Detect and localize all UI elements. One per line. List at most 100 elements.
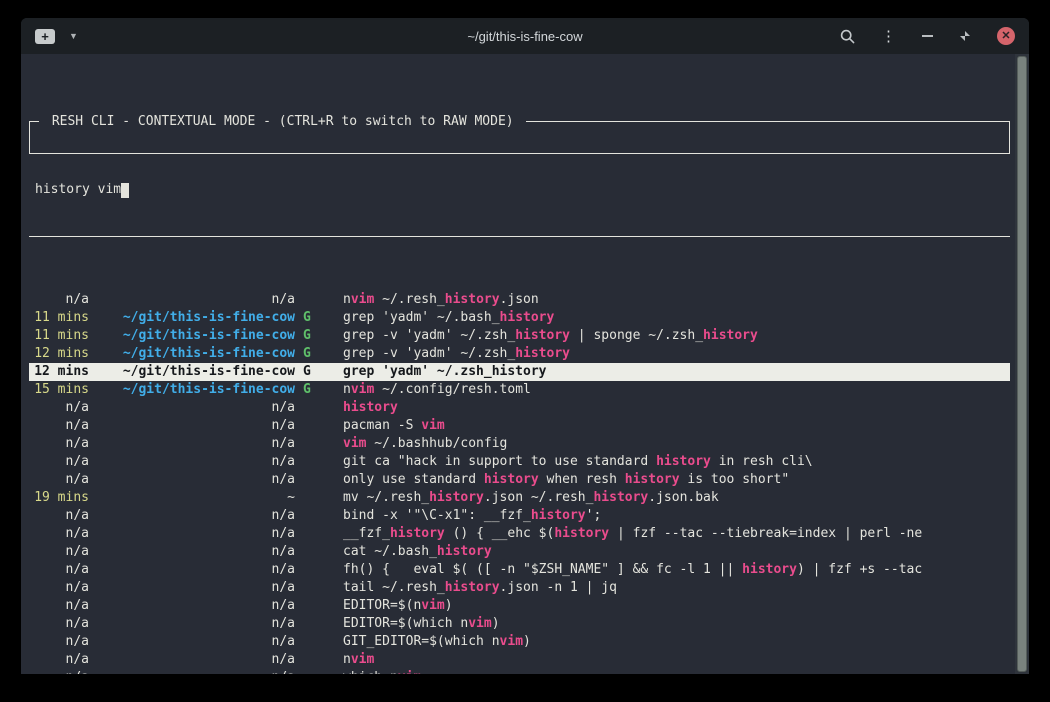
command-text: n bbox=[343, 652, 351, 667]
history-row[interactable]: 11 mins~/git/this-is-fine-cowGgrep -v 'y… bbox=[29, 327, 1010, 345]
history-row[interactable]: n/an/apacman -S vim bbox=[29, 417, 1010, 435]
row-directory: n/a bbox=[97, 669, 295, 674]
close-icon: ✕ bbox=[1001, 31, 1010, 42]
row-command: fh() { eval $( ([ -n "$ZSH_NAME" ] && fc… bbox=[343, 562, 922, 577]
history-row[interactable]: n/a n/a fh() { eval $( ([ -n "$ZSH_NAME" ]… bbox=[29, 561, 1010, 579]
command-text: .json -n 1 | jq bbox=[500, 580, 617, 595]
row-time: n/a bbox=[29, 525, 89, 543]
history-row[interactable]: n/an/aGIT_EDITOR=$(which nvim) bbox=[29, 633, 1010, 651]
row-time: 15 mins bbox=[29, 381, 89, 399]
close-button[interactable]: ✕ bbox=[997, 27, 1015, 45]
command-match-text: history bbox=[445, 292, 500, 307]
history-row[interactable]: n/an/avim ~/.bashhub/config bbox=[29, 435, 1010, 453]
row-command: cat ~/.bash_history bbox=[343, 544, 492, 559]
command-text: ~/.resh_ bbox=[374, 292, 444, 307]
history-row[interactable]: n/an/agit ca "hack in support to use sta… bbox=[29, 453, 1010, 471]
command-match-text: vim bbox=[351, 382, 374, 397]
row-command: pacman -S vim bbox=[343, 418, 445, 433]
command-text: cat ~/.bash_ bbox=[343, 544, 437, 559]
command-text: ) bbox=[445, 598, 453, 613]
command-text: () { __ehc $( bbox=[445, 526, 555, 541]
row-command: only use standard history when resh hist… bbox=[343, 472, 789, 487]
row-time: n/a bbox=[29, 633, 89, 651]
menu-kebab-icon[interactable]: ⋮ bbox=[881, 27, 896, 45]
command-match-text: history bbox=[515, 346, 570, 361]
row-command: grep 'yadm' ~/.zsh_history bbox=[343, 364, 547, 379]
search-query-input[interactable]: history vim bbox=[35, 181, 121, 199]
row-time: n/a bbox=[29, 579, 89, 597]
command-match-text: vim bbox=[468, 616, 491, 631]
terminal-content-area: RESH CLI - CONTEXTUAL MODE - (CTRL+R to … bbox=[21, 54, 1029, 674]
row-directory: ~/git/this-is-fine-cow bbox=[97, 345, 295, 363]
scrollbar-thumb[interactable] bbox=[1017, 56, 1027, 672]
row-command: which nvim bbox=[343, 670, 421, 674]
scrollbar[interactable] bbox=[1015, 54, 1029, 674]
history-row[interactable]: n/an/aEDITOR=$(nvim) bbox=[29, 597, 1010, 615]
command-match-text: history bbox=[531, 508, 586, 523]
row-command: EDITOR=$(which nvim) bbox=[343, 616, 500, 631]
titlebar: + ▼ ~/git/this-is-fine-cow ⋮ ✕ bbox=[21, 18, 1029, 54]
command-text: ) | fzf +s --tac bbox=[797, 562, 922, 577]
row-flags: G bbox=[303, 381, 343, 399]
command-match-text: vim bbox=[351, 652, 374, 667]
history-row[interactable]: n/an/acat ~/.bash_history bbox=[29, 543, 1010, 561]
row-time: n/a bbox=[29, 453, 89, 471]
history-row[interactable]: 11 mins~/git/this-is-fine-cowGgrep 'yadm… bbox=[29, 309, 1010, 327]
command-text: fh() { eval $( ([ -n "$ZSH_NAME" ] && fc… bbox=[343, 562, 742, 577]
history-row-selected[interactable]: 12 mins~/git/this-is-fine-cowGgrep 'yadm… bbox=[29, 363, 1010, 381]
minimize-button[interactable] bbox=[922, 35, 933, 37]
row-command: grep -v 'yadm' ~/.zsh_history bbox=[343, 346, 570, 361]
row-time: 12 mins bbox=[29, 345, 89, 363]
row-flags: G bbox=[303, 327, 343, 345]
command-text: only use standard bbox=[343, 472, 484, 487]
command-text: tail ~/.resh_ bbox=[343, 580, 445, 595]
row-directory: n/a bbox=[97, 471, 295, 489]
history-row[interactable]: n/an/anvim ~/.resh_history.json bbox=[29, 291, 1010, 309]
row-time: n/a bbox=[29, 651, 89, 669]
history-row[interactable]: n/an/abind -x '"\C-x1": __fzf_history'; bbox=[29, 507, 1010, 525]
restore-button[interactable] bbox=[959, 30, 971, 42]
row-directory: n/a bbox=[97, 507, 295, 525]
row-command: tail ~/.resh_history.json -n 1 | jq bbox=[343, 580, 617, 595]
history-row[interactable]: n/an/anvim bbox=[29, 651, 1010, 669]
row-command: EDITOR=$(nvim) bbox=[343, 598, 453, 613]
command-text: .json ~/.resh_ bbox=[484, 490, 594, 505]
history-row[interactable]: 12 mins~/git/this-is-fine-cowGgrep -v 'y… bbox=[29, 345, 1010, 363]
history-row[interactable]: n/an/aonly use standard history when res… bbox=[29, 471, 1010, 489]
command-match-text: history bbox=[656, 454, 711, 469]
command-match-text: history bbox=[437, 544, 492, 559]
history-row[interactable]: 19 mins~mv ~/.resh_history.json ~/.resh_… bbox=[29, 489, 1010, 507]
history-row[interactable]: n/an/aEDITOR=$(which nvim) bbox=[29, 615, 1010, 633]
row-time: 12 mins bbox=[29, 363, 89, 381]
tab-dropdown-caret-icon[interactable]: ▼ bbox=[69, 31, 78, 41]
row-directory: n/a bbox=[97, 417, 295, 435]
row-directory: n/a bbox=[97, 561, 295, 579]
row-command: history bbox=[343, 400, 398, 415]
command-text: grep -v 'yadm' ~/.zsh_ bbox=[343, 346, 515, 361]
search-icon[interactable] bbox=[840, 29, 855, 44]
history-row[interactable]: n/a n/a tail ~/.resh_history.json -n 1 | j… bbox=[29, 579, 1010, 597]
command-text: ) bbox=[492, 616, 500, 631]
history-row[interactable]: n/an/ahistory bbox=[29, 399, 1010, 417]
command-match-text: history bbox=[445, 580, 500, 595]
history-row[interactable]: 15 mins~/git/this-is-fine-cowGnvim ~/.co… bbox=[29, 381, 1010, 399]
command-text: EDITOR=$(which n bbox=[343, 616, 468, 631]
row-time: n/a bbox=[29, 561, 89, 579]
new-tab-button[interactable]: + bbox=[35, 29, 55, 44]
history-row[interactable]: n/an/a__fzf_history () { __ehc $(history… bbox=[29, 525, 1010, 543]
row-command: bind -x '"\C-x1": __fzf_history'; bbox=[343, 508, 601, 523]
row-command: nvim bbox=[343, 652, 374, 667]
row-directory: ~/git/this-is-fine-cow bbox=[97, 327, 295, 345]
command-match-text: vim bbox=[351, 292, 374, 307]
command-match-text: history bbox=[429, 490, 484, 505]
terminal-window: + ▼ ~/git/this-is-fine-cow ⋮ ✕ RESH CLI … bbox=[21, 18, 1029, 674]
row-time: n/a bbox=[29, 291, 89, 309]
row-directory: n/a bbox=[97, 579, 295, 597]
command-text: .json.bak bbox=[648, 490, 718, 505]
command-text: __fzf_ bbox=[343, 526, 390, 541]
resh-search-box[interactable]: RESH CLI - CONTEXTUAL MODE - (CTRL+R to … bbox=[29, 121, 1010, 154]
command-text: is too short" bbox=[680, 472, 790, 487]
command-match-text: history bbox=[343, 400, 398, 415]
row-time: n/a bbox=[29, 597, 89, 615]
history-row[interactable]: n/an/awhich nvim bbox=[29, 669, 1010, 674]
